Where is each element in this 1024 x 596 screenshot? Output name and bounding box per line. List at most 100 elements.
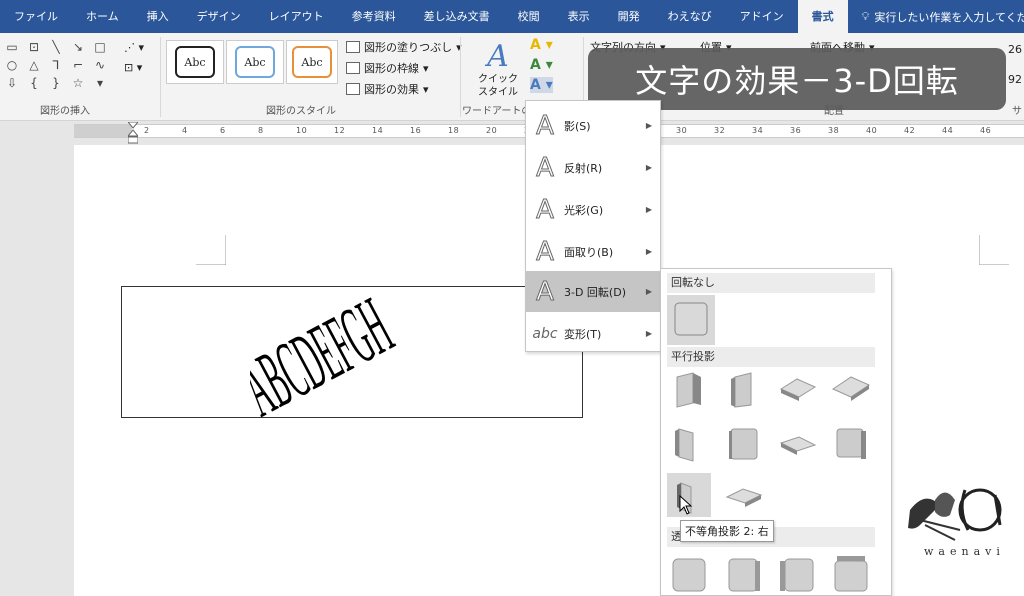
- tab-design[interactable]: デザイン: [183, 0, 255, 33]
- text-fill-button[interactable]: A ▾: [530, 37, 553, 53]
- shape-style-2[interactable]: Abc: [226, 40, 284, 84]
- tab-layout[interactable]: レイアウト: [255, 0, 338, 33]
- quick-styles-button[interactable]: A クイック スタイル: [472, 41, 524, 99]
- text-box-insert-icon[interactable]: ⊡ ▾: [124, 61, 142, 74]
- group-insert-shapes-label: 図形の挿入: [40, 106, 90, 117]
- parallel-tile[interactable]: [775, 367, 819, 411]
- perspective-tile[interactable]: [829, 551, 873, 595]
- tab-references[interactable]: 参考資料: [338, 0, 410, 33]
- submenu-arrow-icon: ▶: [645, 329, 652, 338]
- edit-shape-icon[interactable]: ⋰ ▾: [124, 41, 144, 54]
- rotation-a-icon: A: [536, 276, 555, 307]
- shape-outline-button[interactable]: 図形の枠線 ▾: [346, 60, 429, 76]
- group-shape-styles-label: 図形のスタイル: [266, 106, 336, 117]
- ruler-number: 38: [828, 126, 840, 135]
- submenu-arrow-icon: ▶: [645, 287, 652, 296]
- shape-effects-button[interactable]: 図形の効果 ▾: [346, 81, 429, 97]
- ruler-number: 8: [258, 126, 264, 135]
- height-field[interactable]: 26: [1008, 43, 1024, 56]
- tab-home[interactable]: ホーム: [72, 0, 133, 33]
- square-shape-icon[interactable]: □: [90, 39, 110, 55]
- ruler-number: 40: [866, 126, 878, 135]
- wordart-text[interactable]: ABCDEFGH: [250, 290, 460, 420]
- pencil-icon: [346, 62, 360, 74]
- shape-fill-button[interactable]: 図形の塗りつぶし ▾: [346, 39, 462, 55]
- shape-style-sample: Abc: [235, 46, 275, 78]
- tell-me-text: 実行したい作業を入力してください: [874, 10, 1024, 24]
- star-shape-icon[interactable]: ☆: [68, 75, 88, 91]
- submenu-arrow-icon: ▶: [645, 247, 652, 256]
- indent-marker-icon[interactable]: [128, 122, 138, 144]
- ruler-number: 34: [752, 126, 764, 135]
- parallel-tile[interactable]: [667, 421, 711, 465]
- tell-me-box[interactable]: 💡︎ 実行したい作業を入力してください: [862, 9, 1024, 25]
- parallel-tile[interactable]: [721, 421, 765, 465]
- width-field[interactable]: 92: [1008, 73, 1024, 86]
- text-box-icon[interactable]: ⊡: [24, 39, 44, 55]
- perspective-tile[interactable]: [721, 551, 765, 595]
- submenu-arrow-icon: ▶: [645, 121, 652, 130]
- ribbon-tab-bar: ファイル ホーム 挿入 デザイン レイアウト 参考資料 差し込み文書 校閲 表示…: [0, 0, 1024, 33]
- tab-view[interactable]: 表示: [554, 0, 604, 33]
- menu-item-reflection[interactable]: A 反射(R) ▶: [526, 147, 660, 188]
- tab-developer[interactable]: 開発: [604, 0, 654, 33]
- ruler-number: 30: [676, 126, 688, 135]
- elbow-shape-icon[interactable]: ⌐: [68, 57, 88, 73]
- triangle-shape-icon[interactable]: △: [24, 57, 44, 73]
- shadow-a-icon: A: [536, 110, 555, 141]
- oval-shape-icon[interactable]: ○: [2, 57, 22, 73]
- brace-right-shape-icon[interactable]: }: [46, 75, 66, 91]
- ruler-number: 12: [334, 126, 346, 135]
- shape-style-3[interactable]: Abc: [286, 40, 338, 84]
- ruler-number: 10: [296, 126, 308, 135]
- tab-addins[interactable]: アドイン: [726, 0, 798, 33]
- arrow-shape-icon[interactable]: ↘: [68, 39, 88, 55]
- group-size-label: サ: [1012, 106, 1022, 117]
- parallel-tile[interactable]: [775, 421, 819, 465]
- menu-item-bevel[interactable]: A 面取り(B) ▶: [526, 231, 660, 272]
- text-outline-button[interactable]: A ▾: [530, 57, 553, 73]
- shape-style-1[interactable]: Abc: [166, 40, 224, 84]
- parallel-tile[interactable]: [829, 421, 873, 465]
- line-shape-icon[interactable]: ╲: [46, 39, 66, 55]
- down-arrow-shape-icon[interactable]: ⇩: [2, 75, 22, 91]
- section-parallel: 平行投影: [667, 347, 875, 367]
- tab-mailings[interactable]: 差し込み文書: [410, 0, 504, 33]
- ruler-number: 18: [448, 126, 460, 135]
- menu-item-shadow[interactable]: A 影(S) ▶: [526, 105, 660, 146]
- rectangle-shape-icon[interactable]: ▭: [2, 39, 22, 55]
- submenu-arrow-icon: ▶: [645, 205, 652, 214]
- perspective-tile[interactable]: [775, 551, 819, 595]
- parallel-tile[interactable]: [721, 367, 765, 411]
- more-shapes-icon[interactable]: ▾: [90, 75, 110, 91]
- tab-review[interactable]: 校閲: [504, 0, 554, 33]
- perspective-tile[interactable]: [667, 551, 711, 595]
- menu-item-3d-rotation[interactable]: A 3-D 回転(D) ▶: [526, 271, 660, 312]
- tab-insert[interactable]: 挿入: [133, 0, 183, 33]
- no-rotation-tile[interactable]: [667, 295, 715, 345]
- paint-bucket-icon: [346, 41, 360, 53]
- connector-shape-icon[interactable]: ⅂: [46, 57, 66, 73]
- tab-file[interactable]: ファイル: [0, 0, 72, 33]
- parallel-tile[interactable]: [667, 367, 711, 411]
- ruler-number: 2: [144, 126, 150, 135]
- section-no-rotation: 回転なし: [667, 273, 875, 293]
- shape-style-sample: Abc: [292, 46, 332, 78]
- brace-shape-icon[interactable]: {: [24, 75, 44, 91]
- text-effects-button[interactable]: A ▾: [530, 77, 553, 93]
- text-effects-menu: A 影(S) ▶ A 反射(R) ▶ A 光彩(G) ▶ A 面取り(B) ▶ …: [525, 100, 661, 352]
- shape-gallery[interactable]: ▭ ⊡ ╲ ↘ □ ○ △ ⅂ ⌐ ∿ ⇩ { } ☆ ▾: [2, 39, 112, 91]
- parallel-tile[interactable]: [721, 473, 765, 517]
- ruler-number: 42: [904, 126, 916, 135]
- parallel-tile[interactable]: [829, 367, 873, 411]
- menu-item-transform[interactable]: abc 変形(T) ▶: [526, 313, 660, 354]
- mouse-cursor-icon: [679, 495, 693, 515]
- tab-format[interactable]: 書式: [797, 0, 848, 33]
- rotation-gallery: 回転なし 平行投影 透: [660, 268, 892, 596]
- ruler-number: 16: [410, 126, 422, 135]
- ruler-number: 20: [486, 126, 498, 135]
- tab-waenavi[interactable]: わえなび: [654, 0, 726, 33]
- curve-shape-icon[interactable]: ∿: [90, 57, 110, 73]
- ruler-number: 14: [372, 126, 384, 135]
- menu-item-glow[interactable]: A 光彩(G) ▶: [526, 189, 660, 230]
